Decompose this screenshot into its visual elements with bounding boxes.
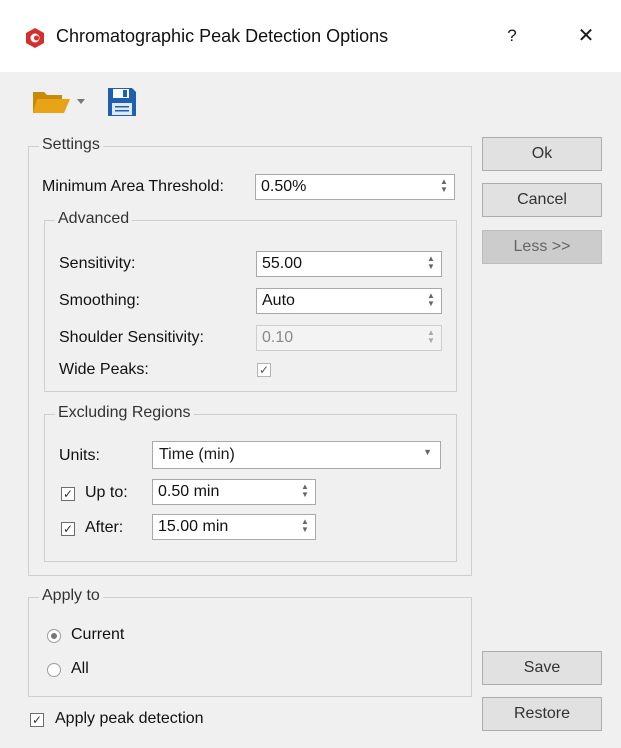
save-button[interactable]: Save <box>482 651 602 685</box>
apply-peak-detection-checkbox[interactable]: ✓ <box>30 713 44 727</box>
help-button[interactable]: ? <box>500 22 524 50</box>
smoothing-value: Auto <box>262 292 295 309</box>
current-option-label: Current <box>71 626 125 643</box>
apply-to-group: Apply to Current All <box>28 587 472 697</box>
current-radio[interactable] <box>47 629 61 643</box>
smoothing-label: Smoothing: <box>59 292 140 309</box>
apply-to-legend: Apply to <box>39 587 103 605</box>
up-to-spinbox[interactable]: 0.50 min ▲ ▼ <box>152 479 316 505</box>
floppy-disk-icon[interactable] <box>106 86 138 118</box>
sensitivity-spinbox[interactable]: 55.00 ▲ ▼ <box>256 251 442 277</box>
shoulder-sensitivity-value: 0.10 <box>262 329 294 346</box>
settings-legend: Settings <box>39 136 103 154</box>
shoulder-sensitivity-spinbox[interactable]: 0.10 ▲ ▼ <box>256 325 442 351</box>
sensitivity-value: 55.00 <box>262 255 303 272</box>
excluding-regions-group: Excluding Regions Units: Time (min) ▼ ✓ … <box>44 404 457 562</box>
radio-selected-dot <box>51 633 57 639</box>
smoothing-spinbox[interactable]: Auto ▲ ▼ <box>256 288 442 314</box>
spinner-arrows-icon[interactable]: ▲ ▼ <box>440 178 448 196</box>
less-button[interactable]: Less >> <box>482 230 602 264</box>
apply-peak-detection-label: Apply peak detection <box>55 710 204 727</box>
advanced-group: Advanced Sensitivity: 55.00 ▲ ▼ Smoothing… <box>44 210 457 392</box>
min-area-spinbox[interactable]: 0.50% ▲ ▼ <box>255 174 455 200</box>
spinner-arrows-icon[interactable]: ▲ ▼ <box>427 292 435 310</box>
advanced-legend: Advanced <box>55 210 133 228</box>
min-area-label: Minimum Area Threshold: <box>42 178 224 195</box>
excluding-regions-legend: Excluding Regions <box>55 404 194 422</box>
after-spinbox[interactable]: 15.00 min ▲ ▼ <box>152 514 316 540</box>
units-value: Time (min) <box>159 446 235 463</box>
close-button[interactable]: ✕ <box>572 22 600 50</box>
units-dropdown[interactable]: Time (min) ▼ <box>152 441 441 469</box>
all-radio[interactable] <box>47 663 61 677</box>
up-to-value: 0.50 min <box>158 483 220 500</box>
title-bar: Chromatographic Peak Detection Options ?… <box>0 0 621 72</box>
cancel-button[interactable]: Cancel <box>482 183 602 217</box>
peak-detection-dialog: Chromatographic Peak Detection Options ?… <box>0 0 621 748</box>
after-value: 15.00 min <box>158 518 229 535</box>
app-logo-icon <box>26 28 44 48</box>
chevron-down-icon: ▼ <box>423 447 432 457</box>
all-option-label: All <box>71 660 89 677</box>
settings-group: Settings Minimum Area Threshold: 0.50% ▲… <box>28 136 472 576</box>
wide-peaks-checkbox[interactable]: ✓ <box>257 363 271 377</box>
dialog-title: Chromatographic Peak Detection Options <box>56 26 389 46</box>
after-label: After: <box>85 519 124 536</box>
units-label: Units: <box>59 447 100 464</box>
spinner-arrows-icon[interactable]: ▲ ▼ <box>301 483 309 501</box>
folder-open-icon[interactable] <box>32 89 72 115</box>
ok-button[interactable]: Ok <box>482 137 602 171</box>
spinner-arrows-icon[interactable]: ▲ ▼ <box>427 255 435 273</box>
spinner-arrows-icon[interactable]: ▲ ▼ <box>427 329 435 347</box>
dropdown-arrow-icon[interactable] <box>76 97 86 105</box>
after-checkbox[interactable]: ✓ <box>61 522 75 536</box>
up-to-label: Up to: <box>85 484 128 501</box>
restore-button[interactable]: Restore <box>482 697 602 731</box>
spinner-arrows-icon[interactable]: ▲ ▼ <box>301 518 309 536</box>
up-to-checkbox[interactable]: ✓ <box>61 487 75 501</box>
wide-peaks-label: Wide Peaks: <box>59 361 149 378</box>
shoulder-sensitivity-label: Shoulder Sensitivity: <box>59 329 204 346</box>
min-area-value: 0.50% <box>261 178 307 195</box>
sensitivity-label: Sensitivity: <box>59 255 136 272</box>
